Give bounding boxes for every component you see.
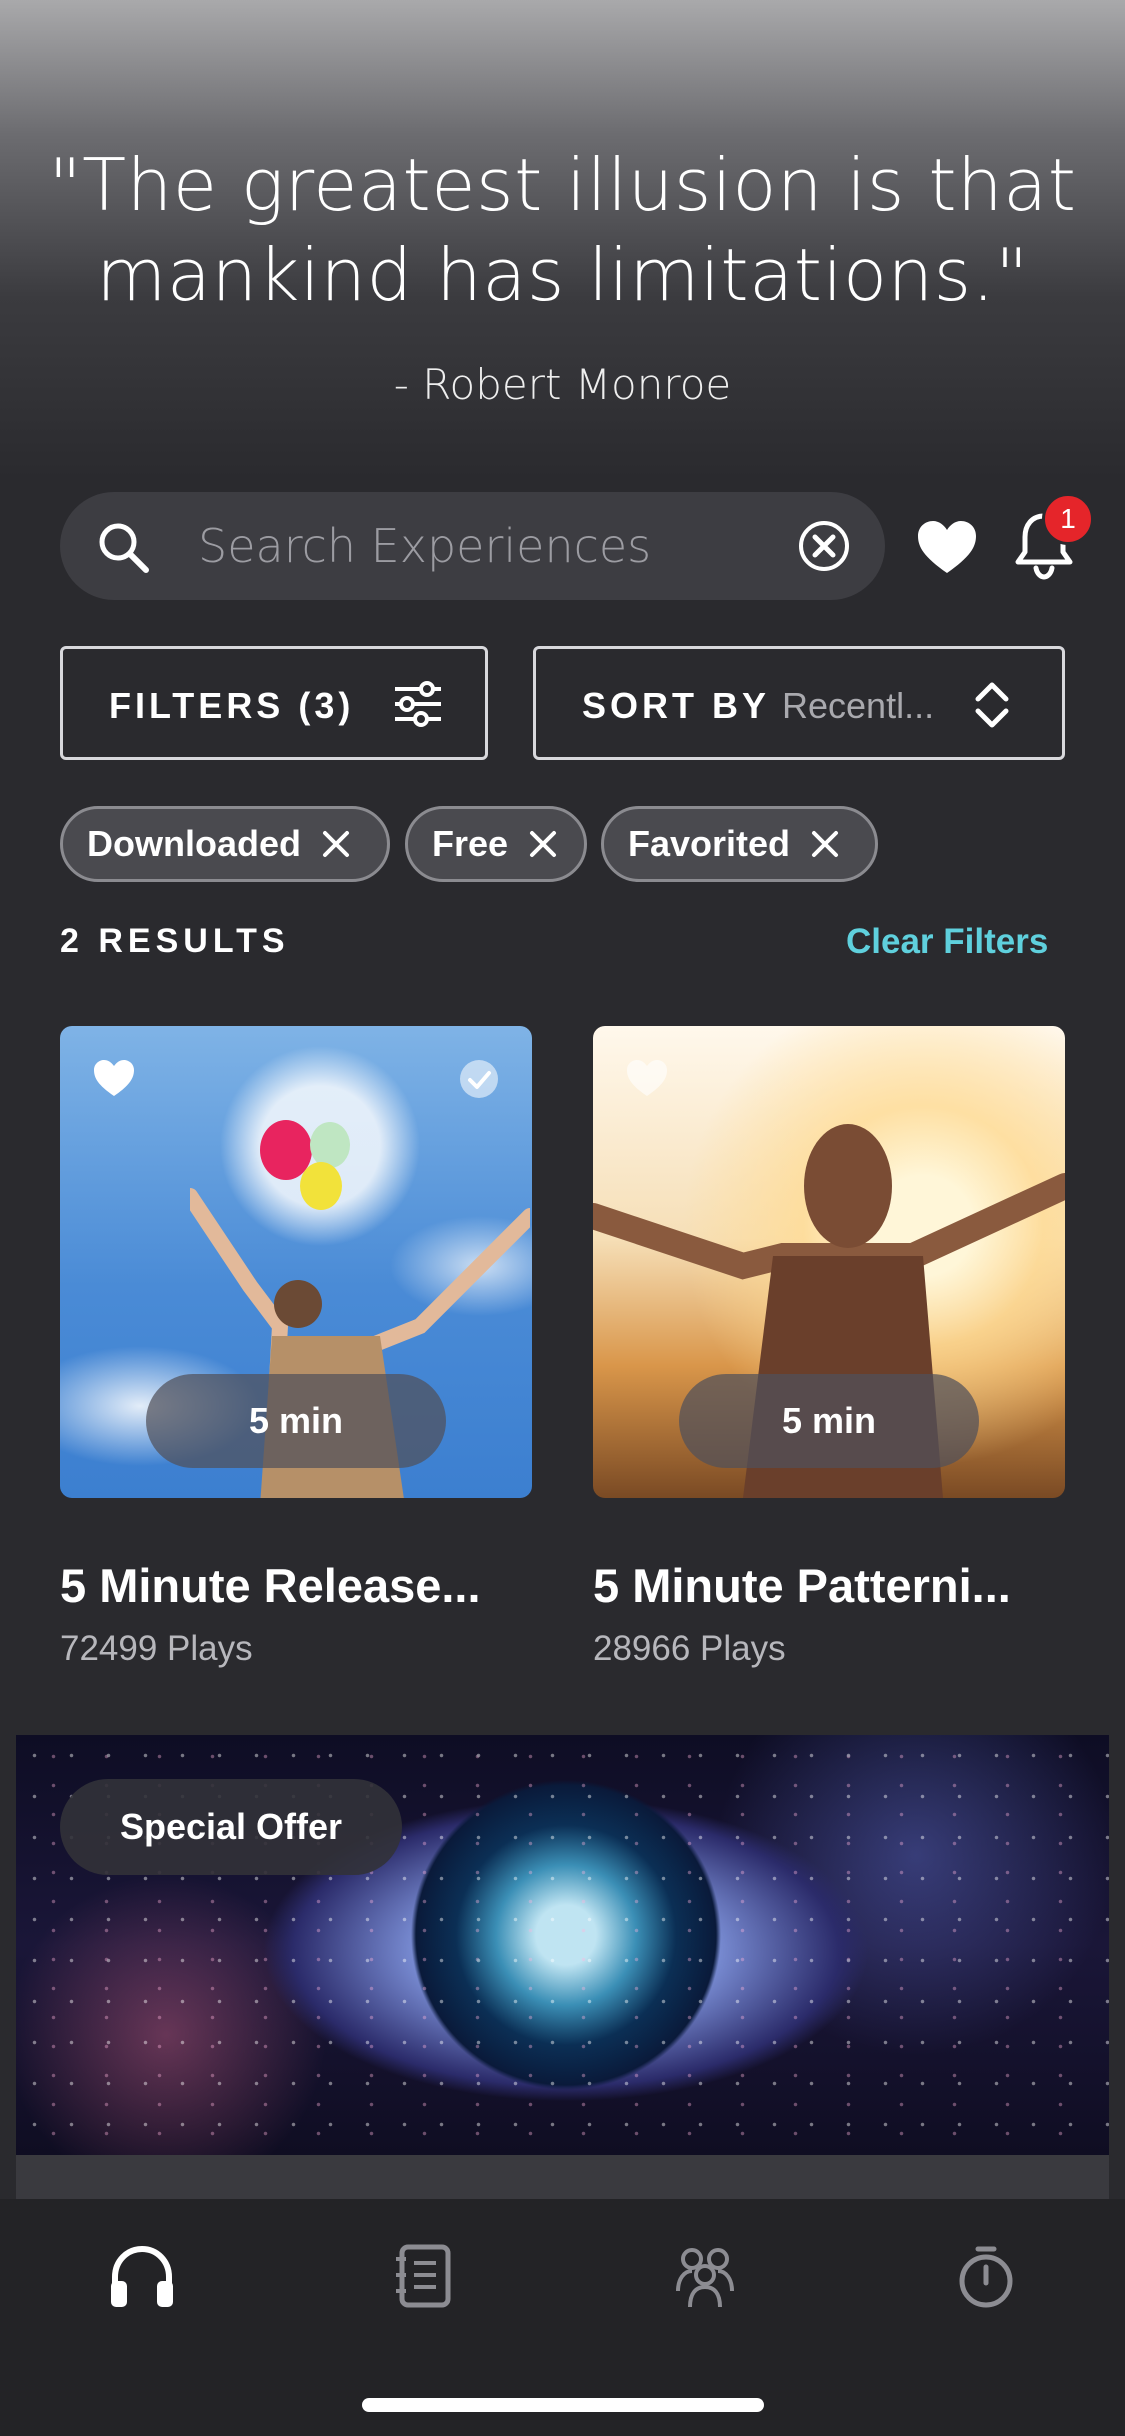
- chevron-up-down-icon: [975, 682, 1009, 728]
- search-input[interactable]: [198, 512, 798, 580]
- card-title[interactable]: 5 Minute Patterni...: [593, 1558, 1065, 1613]
- special-offer-banner[interactable]: Special Offer: [16, 1735, 1109, 2155]
- search-icon: [99, 523, 149, 573]
- quote-text: "The greatest illusion is that mankind h…: [48, 143, 1077, 317]
- search-bar[interactable]: [60, 492, 885, 600]
- balloon-image: [310, 1122, 350, 1168]
- card-thumbnail[interactable]: 5 min: [593, 1026, 1065, 1498]
- quote-header: "The greatest illusion is that mankind h…: [0, 0, 1125, 480]
- remove-chip-icon[interactable]: [321, 829, 351, 859]
- filters-label: FILTERS (3): [109, 685, 355, 726]
- chip-free[interactable]: Free: [405, 806, 587, 882]
- favorite-heart-icon[interactable]: [92, 1058, 136, 1098]
- filters-button[interactable]: FILTERS (3): [60, 646, 488, 760]
- experience-card[interactable]: 5 min 5 Minute Patterni... 28966 Plays: [593, 1026, 1065, 1669]
- card-title[interactable]: 5 Minute Release...: [60, 1558, 532, 1613]
- sort-by-value: Recentl...: [782, 685, 935, 726]
- chip-favorited[interactable]: Favorited: [601, 806, 878, 882]
- downloaded-check-icon: [460, 1060, 498, 1098]
- duration-badge: 5 min: [146, 1374, 446, 1468]
- headphones-icon[interactable]: [107, 2241, 177, 2311]
- card-thumbnail[interactable]: 5 min: [60, 1026, 532, 1498]
- chip-downloaded[interactable]: Downloaded: [60, 806, 390, 882]
- card-plays: 72499 Plays: [60, 1629, 253, 1668]
- favorite-heart-icon[interactable]: [625, 1058, 669, 1098]
- sort-by-button[interactable]: SORT BY Recentl...: [533, 646, 1065, 760]
- home-indicator: [362, 2398, 764, 2412]
- notification-badge: 1: [1042, 493, 1094, 545]
- sliders-icon: [395, 681, 441, 727]
- remove-chip-icon[interactable]: [810, 829, 840, 859]
- clear-filters-link[interactable]: Clear Filters: [846, 922, 1048, 962]
- journal-icon[interactable]: [388, 2241, 458, 2311]
- remove-chip-icon[interactable]: [528, 829, 558, 859]
- duration-badge: 5 min: [679, 1374, 979, 1468]
- experience-card[interactable]: 5 min 5 Minute Release... 72499 Plays: [60, 1026, 532, 1669]
- card-plays: 28966 Plays: [593, 1629, 786, 1668]
- favorites-heart-icon[interactable]: [916, 516, 978, 578]
- special-offer-label: Special Offer: [60, 1779, 402, 1875]
- clear-search-icon[interactable]: [796, 518, 852, 574]
- sort-by-label: SORT BY: [582, 685, 771, 726]
- chip-label: Favorited: [628, 823, 791, 864]
- banner-divider: [16, 2155, 1109, 2199]
- timer-icon[interactable]: [951, 2241, 1021, 2311]
- chip-label: Downloaded: [87, 823, 301, 864]
- results-count: 2 RESULTS: [60, 922, 290, 960]
- quote-author: - Robert Monroe: [393, 360, 732, 409]
- chip-label: Free: [432, 823, 509, 864]
- community-icon[interactable]: [670, 2241, 740, 2311]
